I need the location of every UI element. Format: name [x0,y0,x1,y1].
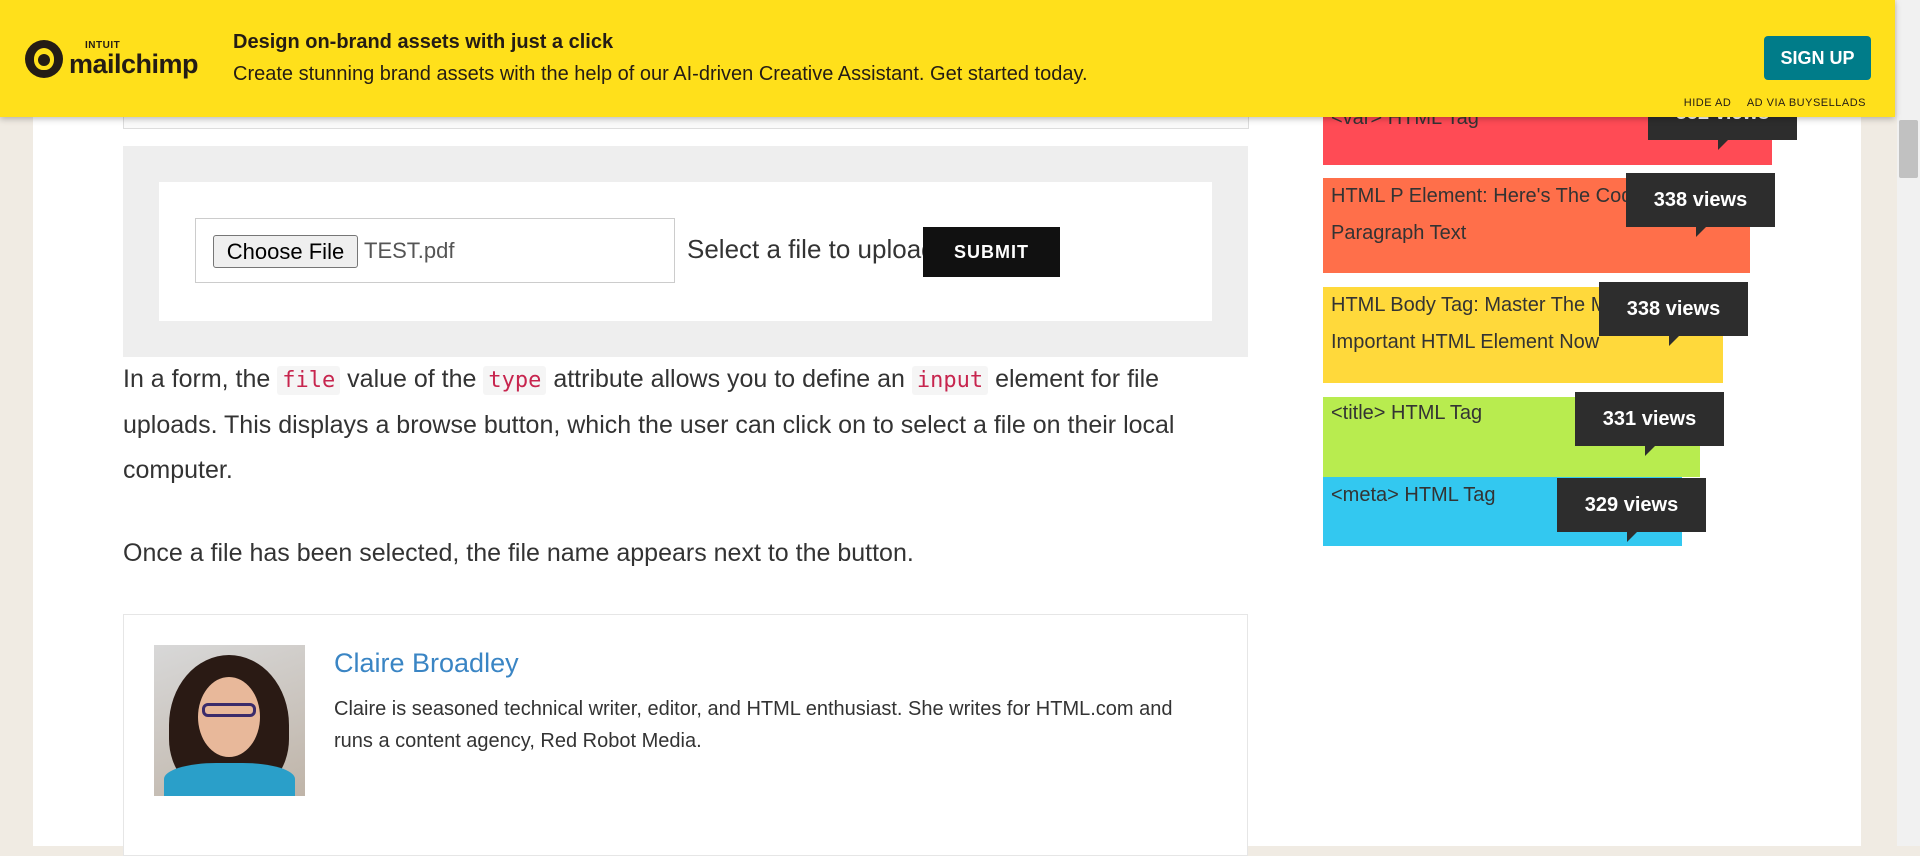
ad-banner[interactable]: INTUIT mailchimp Design on-brand assets … [0,0,1895,117]
code-type: type [483,366,547,395]
demo-container: Choose File TEST.pdf Select a file to up… [123,146,1248,357]
author-avatar [154,645,305,796]
choose-file-button[interactable]: Choose File [213,235,358,268]
popular-item[interactable]: HTML P Element: Here's The Code To Ident… [1323,173,1775,273]
demo-form: Choose File TEST.pdf Select a file to up… [159,182,1212,321]
ad-signup-button[interactable]: SIGN UP [1764,36,1871,80]
file-input[interactable]: Choose File TEST.pdf [195,218,675,283]
author-name-link[interactable]: Claire Broadley [334,648,519,679]
views-badge: 329 views [1557,478,1706,542]
code-input: input [911,366,989,395]
article-paragraph: Once a file has been selected, the file … [123,539,914,567]
popular-item[interactable]: HTML Body Tag: Master The Most Important… [1323,282,1748,383]
scrollbar[interactable] [1897,0,1920,846]
popular-item-title[interactable]: <title> HTML Tag [1331,395,1482,432]
author-bio: Claire is seasoned technical writer, edi… [334,698,1173,752]
ad-via-link[interactable]: AD VIA BUYSELLADS [1747,97,1866,109]
scrollbar-thumb[interactable] [1899,120,1918,178]
mailchimp-logo[interactable]: INTUIT mailchimp [25,36,199,82]
ad-title[interactable]: Design on-brand assets with just a click [233,31,613,54]
popular-item[interactable]: <title> HTML Tag 331 views [1323,392,1724,477]
popular-item[interactable]: <meta> HTML Tag 329 views [1323,477,1706,546]
views-badge: 338 views [1599,282,1748,346]
article-paragraph: In a form, the file value of the type at… [123,365,1175,484]
ad-description[interactable]: Create stunning brand assets with the he… [233,63,1088,86]
author-box: Claire Broadley Claire is seasoned techn… [123,614,1248,856]
views-badge: 331 views [1575,392,1724,456]
upload-label: Select a file to upload [687,234,936,264]
logo-mailchimp-text: mailchimp [69,48,199,79]
popular-item-title[interactable]: <meta> HTML Tag [1331,477,1496,514]
mailchimp-freddie-icon [25,40,63,78]
selected-file-name: TEST.pdf [364,238,455,263]
submit-button[interactable]: SUBMIT [923,227,1060,277]
code-file: file [277,366,341,395]
views-badge: 338 views [1626,173,1775,237]
hide-ad-link[interactable]: HIDE AD [1684,97,1732,109]
